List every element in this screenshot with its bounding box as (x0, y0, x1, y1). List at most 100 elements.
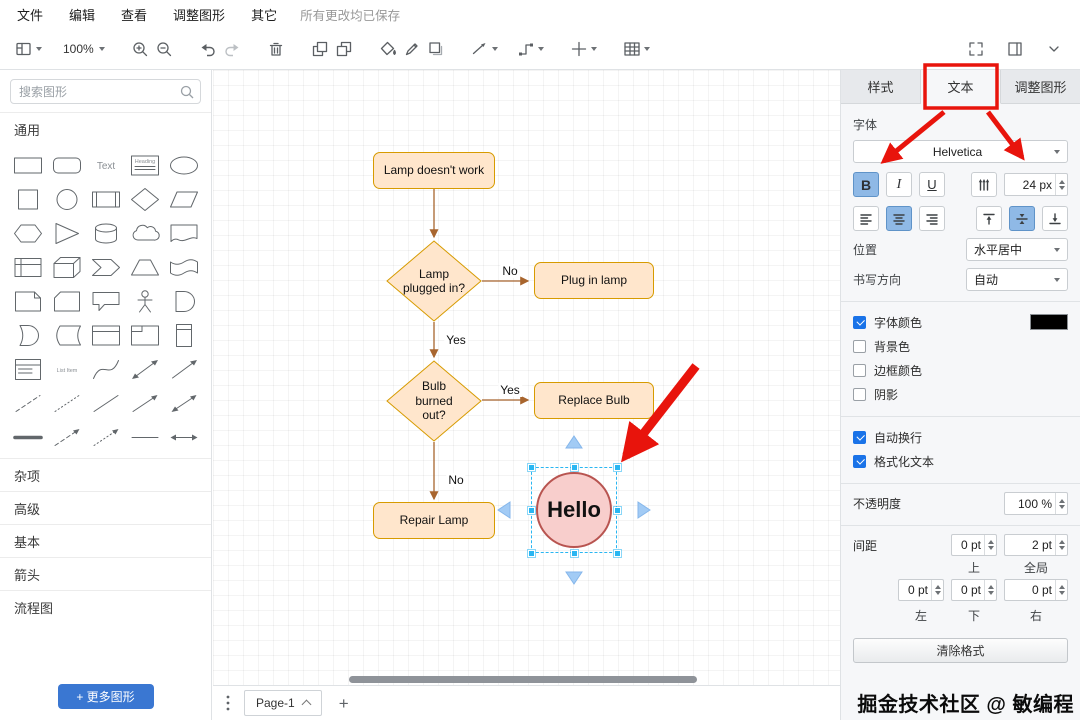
spacing-top-stepper[interactable] (984, 535, 996, 555)
collapse-button[interactable] (1042, 35, 1066, 63)
redo-button[interactable] (220, 35, 244, 63)
align-left-button[interactable] (853, 206, 879, 231)
selection-handle-sw[interactable] (528, 550, 535, 557)
spacing-top-input[interactable]: 0 pt (951, 534, 997, 556)
shape-solid-line-icon[interactable] (86, 386, 125, 420)
node-lamp-plugged-in[interactable]: Lamp plugged in? (386, 240, 482, 322)
spacing-left-stepper[interactable] (931, 580, 943, 600)
shape-document-icon[interactable] (164, 216, 203, 250)
selection-handle-se[interactable] (614, 550, 621, 557)
shape-diamond-icon[interactable] (125, 182, 164, 216)
selection-handle-ne[interactable] (614, 464, 621, 471)
clear-formatting-button[interactable]: 清除格式 (853, 638, 1068, 663)
italic-button[interactable]: I (886, 172, 912, 197)
sidebar-section-basic[interactable]: 基本 (0, 524, 211, 557)
shape-list-item-icon[interactable]: List Item (47, 352, 86, 386)
shape-actor-icon[interactable] (125, 284, 164, 318)
pages-menu-icon[interactable] (225, 694, 231, 712)
shape-note-icon[interactable] (8, 284, 47, 318)
direction-arrow-up-icon[interactable] (565, 435, 583, 449)
position-select[interactable]: 水平居中 (966, 238, 1068, 261)
opacity-stepper[interactable] (1055, 493, 1067, 514)
writing-direction-select[interactable]: 自动 (966, 268, 1068, 291)
sidebar-section-misc[interactable]: 杂项 (0, 458, 211, 491)
view-button[interactable] (12, 35, 45, 63)
diagram-canvas[interactable]: Lamp doesn't work Lamp plugged in? Plug … (213, 70, 840, 685)
shape-internal-storage-icon[interactable] (8, 250, 47, 284)
shape-rectangle-icon[interactable] (8, 148, 47, 182)
shape-textbox-icon[interactable]: Heading (125, 148, 164, 182)
shape-cylinder-icon[interactable] (86, 216, 125, 250)
selection-handle-s[interactable] (571, 550, 578, 557)
sidebar-section-advanced[interactable]: 高级 (0, 491, 211, 524)
menu-arrange[interactable]: 调整图形 (160, 5, 238, 24)
selection-handle-e[interactable] (614, 507, 621, 514)
align-center-button[interactable] (886, 206, 912, 231)
shape-square-icon[interactable] (8, 182, 47, 216)
shape-cube-icon[interactable] (47, 250, 86, 284)
shape-hexagon-icon[interactable] (8, 216, 47, 250)
shape-process-icon[interactable] (86, 182, 125, 216)
shape-list-icon[interactable] (8, 352, 47, 386)
shape-container-icon[interactable] (86, 318, 125, 352)
spacing-right-input[interactable]: 0 pt (1004, 579, 1068, 601)
node-bulb-burned-out[interactable]: Bulb burned out? (386, 360, 482, 442)
shape-step-icon[interactable] (86, 250, 125, 284)
search-input[interactable] (19, 84, 178, 99)
node-replace-bulb[interactable]: Replace Bulb (534, 382, 654, 419)
word-wrap-checkbox[interactable] (853, 430, 866, 444)
shape-dotted-line-icon[interactable] (47, 386, 86, 420)
more-shapes-button[interactable]: + 更多图形 (57, 684, 154, 709)
shape-text-icon[interactable]: Text (86, 148, 125, 182)
font-color-swatch[interactable] (1030, 314, 1068, 330)
formatted-text-checkbox[interactable] (853, 454, 866, 468)
direction-arrow-left-icon[interactable] (497, 501, 511, 519)
edge-label-no[interactable]: No (500, 264, 520, 278)
shape-cloud-icon[interactable] (125, 216, 164, 250)
add-page-button[interactable]: + (335, 695, 353, 712)
shape-card-icon[interactable] (47, 284, 86, 318)
delete-button[interactable] (264, 35, 288, 63)
shape-link-icon[interactable] (8, 420, 47, 454)
to-front-button[interactable] (308, 35, 332, 63)
shape-dashed-line-icon[interactable] (8, 386, 47, 420)
connection-button[interactable] (468, 35, 501, 63)
shape-rounded-rectangle-icon[interactable] (47, 148, 86, 182)
menu-view[interactable]: 查看 (108, 5, 160, 24)
spacing-global-stepper[interactable] (1055, 535, 1067, 555)
shape-trapezoid-icon[interactable] (125, 250, 164, 284)
selection-handle-w[interactable] (528, 507, 535, 514)
shape-parallelogram-icon[interactable] (164, 182, 203, 216)
edge-label-yes[interactable]: Yes (498, 383, 522, 397)
font-family-select[interactable]: Helvetica (853, 140, 1068, 163)
background-color-checkbox[interactable] (853, 339, 866, 353)
tab-text[interactable]: 文本 (921, 70, 1001, 104)
menu-extras[interactable]: 其它 (238, 5, 290, 24)
format-panel-button[interactable] (1003, 35, 1027, 63)
menu-file[interactable]: 文件 (4, 5, 56, 24)
font-color-checkbox[interactable] (853, 315, 866, 329)
zoom-select[interactable]: 100% (58, 35, 108, 63)
underline-button[interactable]: U (919, 172, 945, 197)
menu-edit[interactable]: 编辑 (56, 5, 108, 24)
table-button[interactable] (620, 35, 653, 63)
node-repair-lamp[interactable]: Repair Lamp (373, 502, 495, 539)
shape-ellipse-icon[interactable] (164, 148, 203, 182)
valign-middle-button[interactable] (1009, 206, 1035, 231)
waypoints-button[interactable] (514, 35, 547, 63)
line-color-button[interactable] (400, 35, 424, 63)
zoom-in-button[interactable] (128, 35, 152, 63)
edge-label-yes[interactable]: Yes (444, 333, 468, 347)
shadow-button[interactable] (424, 35, 448, 63)
vertical-text-button[interactable] (971, 172, 997, 197)
shape-thin-double-arrow-icon[interactable] (164, 386, 203, 420)
valign-top-button[interactable] (976, 206, 1002, 231)
shape-thin-arrow-icon[interactable] (125, 386, 164, 420)
shadow-checkbox[interactable] (853, 387, 866, 401)
sidebar-section-flowchart[interactable]: 流程图 (0, 590, 211, 623)
shape-and-icon[interactable] (164, 284, 203, 318)
shape-tape-icon[interactable] (164, 250, 203, 284)
bold-button[interactable]: B (853, 172, 879, 197)
zoom-out-button[interactable] (152, 35, 176, 63)
horizontal-scrollbar[interactable] (349, 676, 697, 683)
